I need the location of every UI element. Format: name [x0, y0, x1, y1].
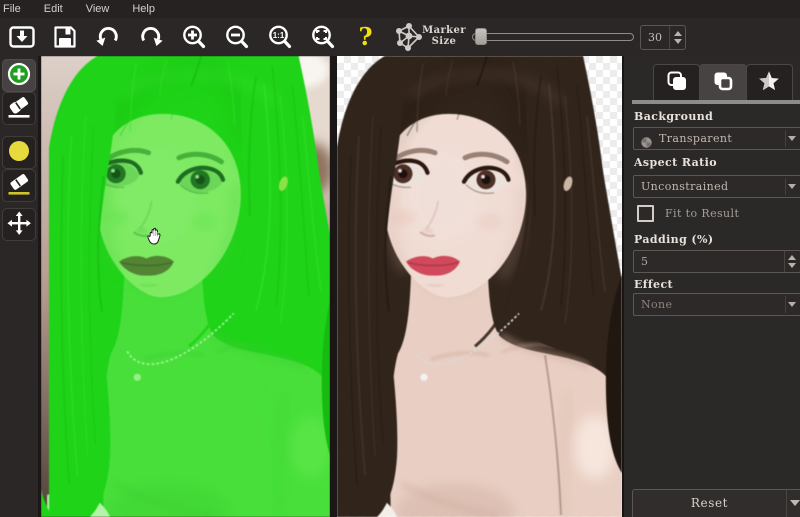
- content-area: Background Transparent Aspect Ratio Unco…: [0, 56, 800, 517]
- layers-filled-icon: [665, 69, 689, 97]
- erase-foreground-marker-button[interactable]: [2, 92, 36, 125]
- segment-graph-icon: [394, 22, 424, 52]
- star-icon: [757, 69, 781, 97]
- padding-value[interactable]: 5: [634, 255, 784, 268]
- fit-to-result-checkbox[interactable]: [637, 205, 654, 222]
- zoom-fit-button[interactable]: [301, 20, 344, 54]
- yellow-circle-marker-icon: [6, 138, 32, 168]
- spin-up-icon[interactable]: [788, 255, 796, 260]
- redo-button[interactable]: [129, 20, 172, 54]
- zoom-original-icon: 1:1: [267, 24, 293, 50]
- layers-outline-icon: [711, 69, 735, 97]
- mask-portrait-graphic: [41, 56, 330, 517]
- canvas-area[interactable]: [38, 56, 622, 517]
- green-plus-marker-icon: [6, 61, 32, 91]
- spin-down-icon[interactable]: [674, 39, 682, 44]
- save-icon: [52, 24, 78, 50]
- transparent-swatch-icon: [641, 133, 652, 144]
- effect-value: None: [641, 298, 672, 311]
- select-separator: [785, 296, 786, 313]
- load-icon: [9, 24, 35, 50]
- redo-icon: [138, 24, 164, 50]
- save-button[interactable]: [43, 20, 86, 54]
- select-separator: [785, 130, 786, 147]
- menu-help[interactable]: Help: [121, 3, 167, 16]
- menu-edit[interactable]: Edit: [33, 3, 75, 16]
- padding-label: Padding (%): [634, 233, 713, 246]
- chevron-down-icon: [788, 136, 796, 141]
- reset-button[interactable]: Reset: [632, 489, 800, 517]
- result-portrait-graphic: [337, 56, 622, 517]
- chevron-down-icon: [788, 302, 796, 307]
- toolbar: 1:1 ?: [0, 18, 800, 56]
- reset-label: Reset: [633, 490, 786, 517]
- zoom-out-button[interactable]: [215, 20, 258, 54]
- tab-favorites[interactable]: [746, 64, 793, 100]
- reset-dropdown[interactable]: [786, 490, 800, 517]
- menu-bar: File Edit View Help: [0, 0, 800, 18]
- tab-layers-outline[interactable]: [699, 64, 746, 100]
- settings-panel: Background Transparent Aspect Ratio Unco…: [622, 56, 800, 517]
- marker-size-label: Marker Size: [420, 25, 468, 47]
- zoom-original-button[interactable]: 1:1: [258, 20, 301, 54]
- panel-tabbar: [653, 64, 793, 100]
- help-button[interactable]: ?: [344, 20, 387, 54]
- tab-layers-filled[interactable]: [653, 64, 700, 100]
- move-arrows-icon: [6, 210, 32, 240]
- menu-view[interactable]: View: [75, 3, 122, 16]
- pan-move-button[interactable]: [2, 208, 36, 241]
- fit-to-result-label: Fit to Result: [665, 207, 739, 220]
- marker-size-spinbox[interactable]: 30: [640, 25, 686, 50]
- aspect-ratio-label: Aspect Ratio: [634, 156, 717, 169]
- background-label: Background: [634, 110, 713, 123]
- zoom-out-icon: [224, 24, 250, 50]
- background-select[interactable]: Transparent: [633, 127, 800, 150]
- mask-image[interactable]: [41, 56, 330, 517]
- effect-label: Effect: [634, 278, 673, 291]
- menu-file[interactable]: File: [0, 3, 33, 16]
- background-value: Transparent: [659, 132, 732, 145]
- marker-size-slider[interactable]: [472, 33, 634, 41]
- app-window: File Edit View Help: [0, 0, 800, 517]
- svg-text:1:1: 1:1: [272, 31, 284, 40]
- tabbar-underline: [632, 100, 800, 104]
- erase-background-marker-button[interactable]: [2, 169, 36, 202]
- spinbox-arrows: [784, 251, 800, 272]
- slider-handle[interactable]: [475, 28, 487, 45]
- eraser-yellow-icon: [6, 171, 32, 201]
- hand-cursor: [146, 226, 163, 246]
- add-foreground-marker-button[interactable]: [2, 59, 36, 92]
- select-separator: [785, 178, 786, 195]
- padding-spinbox[interactable]: 5: [633, 250, 800, 273]
- effect-select[interactable]: None: [633, 293, 800, 316]
- spinbox-arrows: [669, 26, 685, 49]
- add-background-marker-button[interactable]: [2, 136, 36, 169]
- marker-size-value[interactable]: 30: [641, 26, 669, 49]
- help-icon: ?: [358, 25, 372, 49]
- chevron-down-icon: [788, 184, 796, 189]
- eraser-white-icon: [6, 94, 32, 124]
- fit-to-result-row: Fit to Result: [637, 205, 739, 222]
- tool-sidebar: [0, 56, 38, 517]
- aspect-ratio-select[interactable]: Unconstrained: [633, 175, 800, 198]
- zoom-in-button[interactable]: [172, 20, 215, 54]
- zoom-in-icon: [181, 24, 207, 50]
- spin-up-icon[interactable]: [674, 31, 682, 36]
- load-image-button[interactable]: [0, 20, 43, 54]
- spin-down-icon[interactable]: [788, 263, 796, 268]
- zoom-fit-icon: [310, 24, 336, 50]
- aspect-ratio-value: Unconstrained: [641, 180, 728, 193]
- result-image[interactable]: [337, 56, 622, 517]
- slider-track[interactable]: [472, 33, 634, 41]
- chevron-down-icon: [790, 500, 800, 506]
- undo-button[interactable]: [86, 20, 129, 54]
- undo-icon: [95, 24, 121, 50]
